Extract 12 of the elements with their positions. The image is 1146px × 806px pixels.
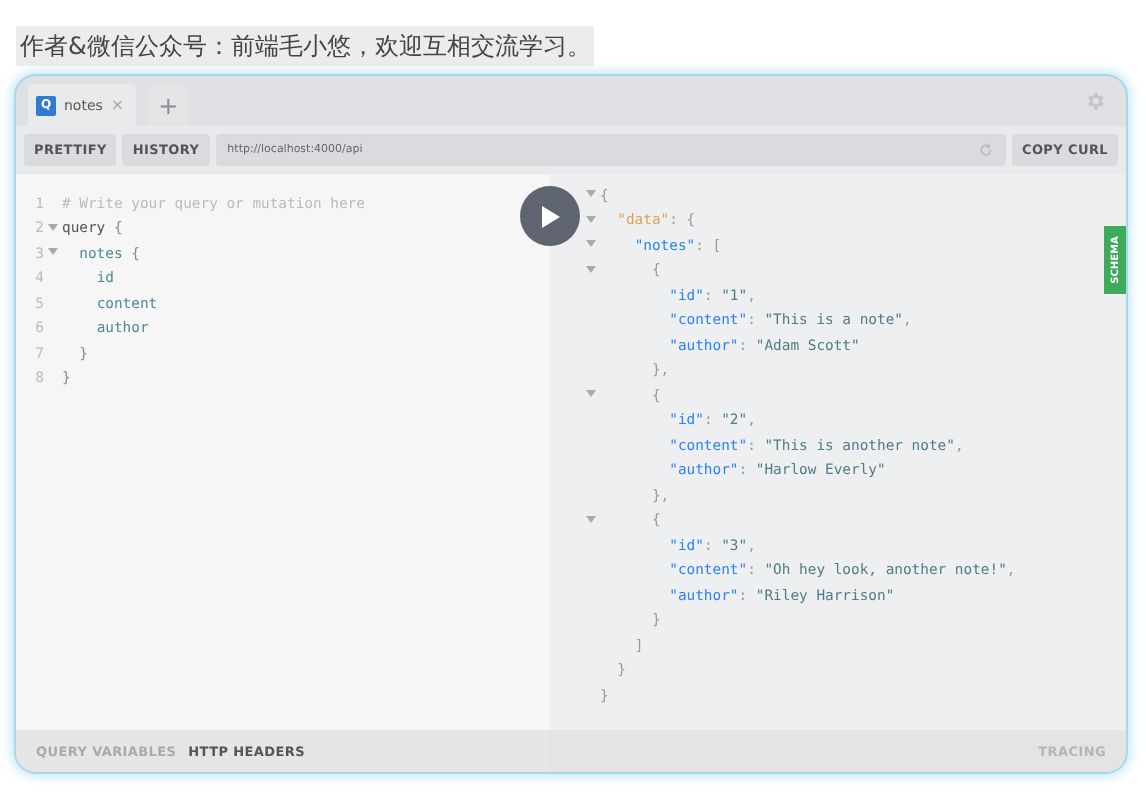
play-icon [540, 205, 560, 227]
fold-caret-icon[interactable] [586, 265, 596, 274]
fold-caret-icon[interactable] [586, 390, 596, 399]
caption-text: 作者&微信公众号：前端毛小悠，欢迎互相交流学习。 [16, 26, 595, 66]
fold-caret-icon[interactable] [586, 190, 596, 199]
fold-caret-icon[interactable] [586, 215, 596, 224]
settings-icon[interactable] [1084, 90, 1106, 112]
fold-caret-icon[interactable] [48, 223, 58, 232]
fold-caret-icon[interactable] [586, 515, 596, 524]
fold-caret-icon[interactable] [586, 240, 596, 249]
reload-icon[interactable] [977, 142, 994, 158]
fold-caret-icon[interactable] [48, 248, 58, 257]
